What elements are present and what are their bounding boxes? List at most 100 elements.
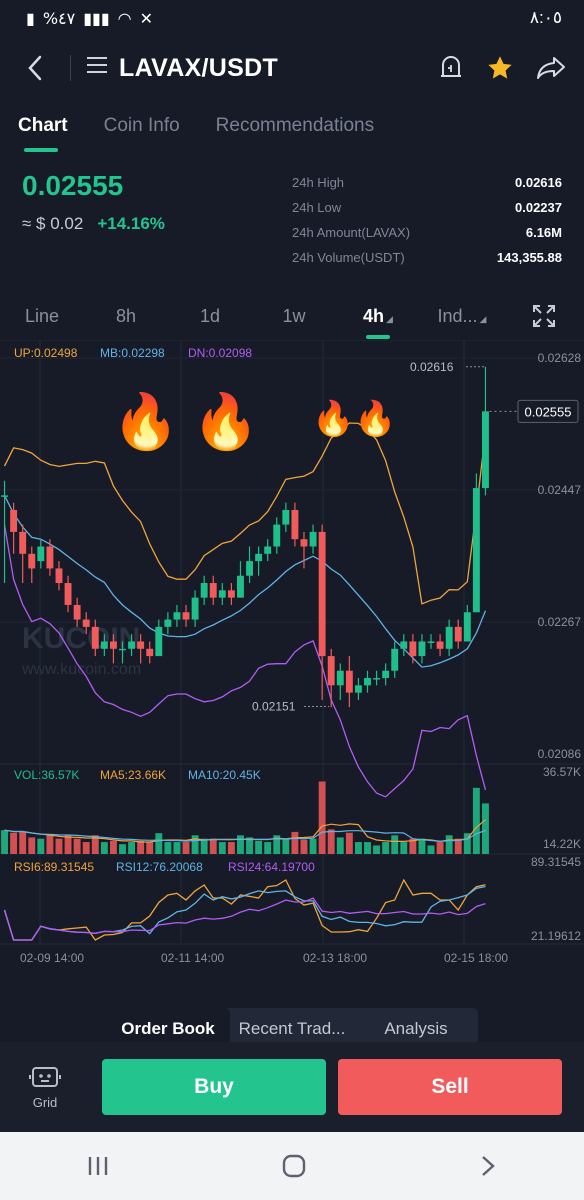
- interval-1d[interactable]: 1d: [168, 306, 252, 327]
- y-tick-label: 0.02447: [538, 483, 582, 497]
- stat-row: 24h Volume(USDT) 143,355.88: [292, 245, 562, 270]
- candle-body: [218, 590, 226, 598]
- rsi-tick-label: 89.31545: [531, 855, 581, 869]
- rsi-lines: [3, 878, 486, 941]
- status-time: ٨:٠٥: [529, 8, 562, 27]
- sell-button[interactable]: Sell: [338, 1059, 562, 1115]
- back-arrow-icon: [28, 55, 42, 81]
- nav-divider: [70, 55, 71, 81]
- stat-row: 24h Amount(LAVAX) 6.16M: [292, 220, 562, 245]
- candle-body: [400, 641, 408, 649]
- fiat-price: ≈ $ 0.02: [22, 214, 84, 233]
- rsi6-label: RSI6:89.31545: [14, 860, 94, 874]
- back-button[interactable]: [0, 54, 70, 82]
- volume-bar: [64, 835, 72, 854]
- interval-4h[interactable]: 4h ◢: [336, 305, 420, 339]
- candle-body: [1, 495, 8, 497]
- candle-body: [164, 619, 172, 627]
- volume-bar: [73, 838, 81, 854]
- volume-bar: [100, 842, 108, 854]
- rsi24-label: RSI24:64.19700: [228, 860, 315, 874]
- rsi12-label: RSI12:76.20068: [116, 860, 203, 874]
- candle-body: [273, 524, 281, 547]
- volume-bar: [336, 837, 344, 854]
- stat-label: 24h Volume(USDT): [292, 250, 405, 265]
- battery-icon: ▮: [26, 8, 35, 28]
- pair-menu-button[interactable]: [85, 55, 109, 81]
- recent-apps-icon[interactable]: [86, 1155, 110, 1177]
- volume-bar: [472, 787, 480, 854]
- volume-bar: [182, 842, 190, 854]
- vol-tick-label: 36.57K: [543, 765, 581, 779]
- share-icon[interactable]: [536, 55, 566, 81]
- candle-body: [73, 604, 81, 620]
- favorite-star-icon[interactable]: [486, 54, 514, 82]
- x-tick-label: 02-13 18:00: [303, 951, 367, 965]
- stat-label: 24h Amount(LAVAX): [292, 225, 411, 240]
- interval-label: 4h: [363, 305, 385, 326]
- candle-body: [345, 670, 353, 693]
- candle-body: [246, 561, 253, 576]
- volume-bar: [345, 832, 353, 854]
- candle-body: [354, 685, 362, 693]
- interval-label: 1w: [282, 305, 306, 326]
- indicators-button[interactable]: Ind... ◢: [420, 306, 504, 327]
- rsi24-line: [3, 897, 486, 941]
- 24h-stats: 24h High 0.02616 24h Low 0.02237 24h Amoun…: [292, 170, 562, 270]
- boll-mb-label: MB:0.02298: [100, 346, 165, 360]
- system-back-icon[interactable]: [478, 1154, 498, 1178]
- home-icon[interactable]: [281, 1153, 307, 1179]
- price-alert-icon[interactable]: [438, 54, 464, 82]
- tab-coin-info[interactable]: Coin Info: [86, 108, 198, 144]
- candle-body: [28, 553, 36, 569]
- interval-label: 1d: [199, 305, 221, 326]
- tab-recommendations[interactable]: Recommendations: [198, 108, 392, 144]
- volume-bar: [37, 838, 45, 854]
- candle-body: [37, 546, 45, 562]
- interval-line[interactable]: Line: [0, 306, 84, 327]
- candle-body: [119, 648, 126, 651]
- price-chart[interactable]: KUCOIN www.kucoin.com 🔥 🔥 🔥 🔥 UP:0.02498…: [0, 340, 584, 972]
- dropdown-triangle-icon: ◢: [386, 313, 393, 324]
- candle-body: [237, 575, 244, 598]
- interval-8h[interactable]: 8h: [84, 306, 168, 327]
- candle-body: [282, 509, 290, 525]
- pair-title[interactable]: LAVAX/USDT: [119, 54, 278, 83]
- vol-ma10-label: MA10:20.45K: [188, 768, 261, 782]
- stat-label: 24h Low: [292, 200, 342, 215]
- volume-bar: [137, 840, 145, 854]
- x-tick-label: 02-15 18:00: [444, 951, 508, 965]
- candle-body: [418, 641, 426, 657]
- rsi-tick-label: 21.19612: [531, 929, 581, 943]
- y-tick-label: 0.02086: [538, 747, 582, 761]
- volume-bar: [282, 838, 290, 854]
- volume-bar: [218, 842, 226, 854]
- candle-body: [445, 626, 453, 649]
- volume-bar: [55, 838, 63, 854]
- interval-1w[interactable]: 1w: [252, 306, 336, 327]
- fire-emojis: 🔥 🔥 🔥 🔥: [112, 391, 396, 452]
- candle-body: [472, 488, 480, 613]
- candle-body: [291, 509, 299, 540]
- volume-bars: [1, 781, 489, 854]
- grid-button[interactable]: Grid: [0, 1065, 90, 1110]
- tab-chart[interactable]: Chart: [0, 108, 86, 152]
- volume-bar: [364, 842, 371, 854]
- candle-body: [109, 641, 117, 649]
- interval-label: 8h: [115, 305, 137, 326]
- stat-row: 24h High 0.02616: [292, 170, 562, 195]
- volume-bar: [164, 842, 172, 854]
- fullscreen-button[interactable]: [504, 304, 584, 328]
- fire-emoji: 🔥: [354, 399, 396, 438]
- candle-body: [55, 568, 63, 584]
- volume-bar: [445, 835, 453, 854]
- candle-body: [10, 509, 18, 532]
- volume-bar: [128, 842, 136, 854]
- grid-bot-icon: [29, 1066, 61, 1087]
- buy-button[interactable]: Buy: [102, 1059, 326, 1115]
- volume-bar: [418, 838, 426, 854]
- candle-body: [82, 619, 90, 627]
- x-tick-label: 02-09 14:00: [20, 951, 84, 965]
- candle-body: [46, 546, 54, 569]
- wifi-icon: ◠: [117, 8, 132, 28]
